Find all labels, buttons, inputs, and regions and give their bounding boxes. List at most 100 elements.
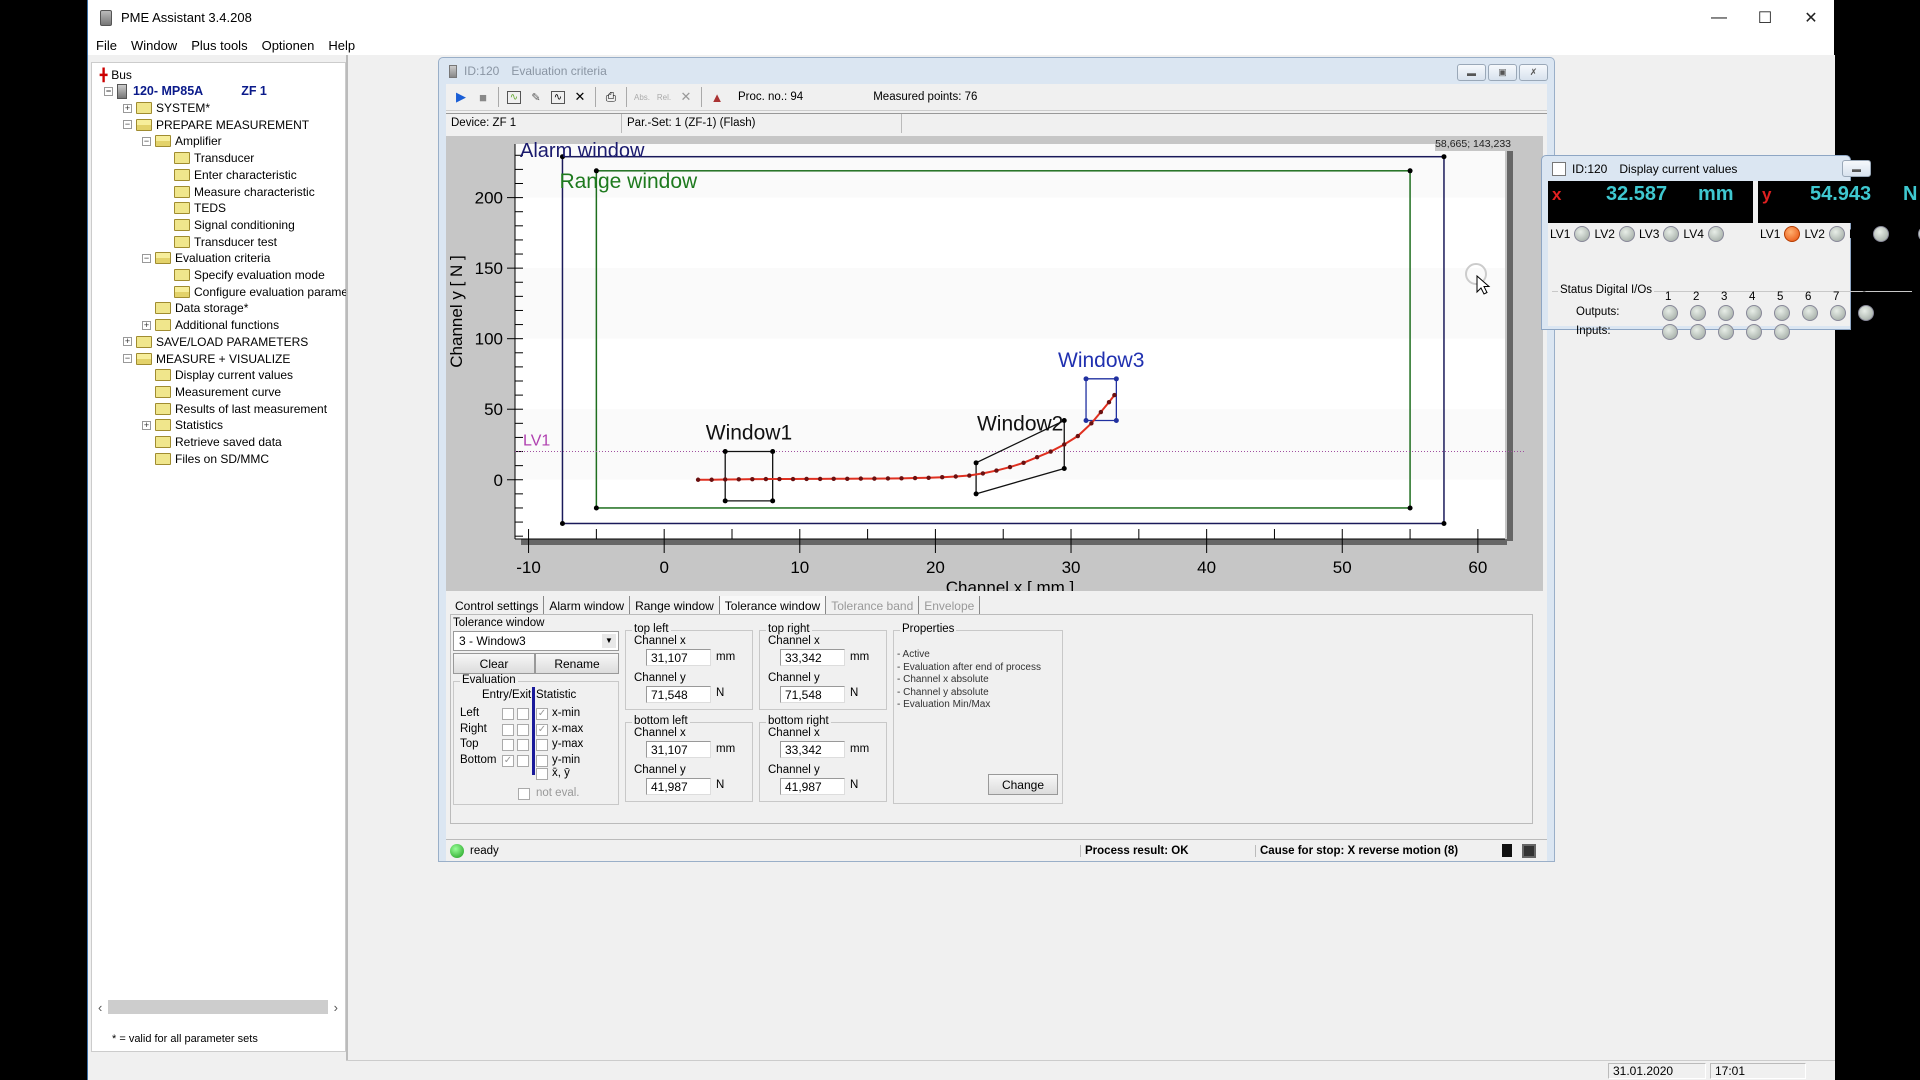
tolerance-window-handle[interactable] — [1083, 376, 1089, 382]
tree-node[interactable]: − Evaluation criteria — [142, 250, 270, 266]
tolerance-window-handle[interactable] — [973, 491, 979, 497]
expand-icon[interactable]: + — [123, 337, 132, 347]
tolerance-window-handle[interactable] — [973, 460, 979, 466]
tolerance-window-handle[interactable] — [1083, 418, 1089, 424]
tree-node[interactable]: Configure evaluation parame — [161, 284, 348, 300]
delete-button[interactable]: ✕ — [675, 86, 697, 108]
statistic-checkbox[interactable] — [536, 739, 548, 751]
channel-x-input[interactable]: 33,342 — [780, 741, 845, 758]
alarm-window-handle[interactable] — [1441, 154, 1447, 160]
close-button[interactable]: ✕ — [1788, 0, 1834, 35]
menu-plus-tools[interactable]: Plus tools — [184, 38, 254, 53]
tree-horizontal-scrollbar[interactable]: ‹ › — [98, 998, 338, 1016]
channel-x-input[interactable]: 31,107 — [646, 649, 711, 666]
tree-node[interactable]: + SAVE/LOAD PARAMETERS — [123, 334, 308, 350]
tab-alarm-window[interactable]: Alarm window — [544, 596, 631, 616]
alarm-window-handle[interactable] — [1441, 520, 1447, 526]
tree-node[interactable]: Data storage* — [142, 300, 248, 316]
graph-settings-button[interactable]: ▲ — [706, 86, 728, 108]
mean-checkbox[interactable] — [536, 768, 548, 780]
clear-button[interactable]: Clear — [453, 653, 535, 674]
tree-node[interactable]: Results of last measurement — [142, 401, 327, 417]
tree-node[interactable]: Files on SD/MMC — [142, 451, 269, 467]
tolerance-window-handle[interactable] — [722, 449, 728, 455]
exit-checkbox[interactable] — [517, 739, 529, 751]
curve-button[interactable]: ∿ — [547, 86, 569, 108]
entry-checkbox[interactable] — [502, 723, 514, 736]
maximize-button[interactable]: ☐ — [1742, 0, 1788, 35]
tab-range-window[interactable]: Range window — [630, 596, 720, 616]
tree-node[interactable]: − Amplifier — [142, 133, 222, 149]
minimize-button[interactable]: — — [1696, 0, 1742, 35]
tree-node[interactable]: − MEASURE + VISUALIZE — [123, 351, 290, 367]
expand-icon[interactable]: + — [123, 103, 132, 113]
entry-checkbox[interactable] — [502, 739, 514, 751]
collapse-icon[interactable]: − — [123, 120, 132, 130]
dropdown-arrow-icon[interactable]: ▼ — [602, 634, 616, 648]
entry-checkbox[interactable]: ✓ — [502, 754, 514, 767]
eval-close-button[interactable]: ✗ — [1519, 64, 1548, 81]
tolerance-window-handle[interactable] — [722, 498, 728, 504]
tree-node-device[interactable]: − 120- MP85A ZF 1 — [104, 83, 267, 99]
range-window-handle[interactable] — [593, 505, 599, 511]
collapse-icon[interactable]: − — [142, 253, 151, 263]
eval-minimize-button[interactable]: ▬ — [1457, 64, 1486, 81]
tree-node[interactable]: TEDS — [161, 200, 226, 216]
not-eval-checkbox[interactable] — [518, 788, 530, 800]
tolerance-window-handle[interactable] — [1061, 465, 1067, 471]
tree-node[interactable]: Display current values — [142, 367, 293, 383]
tab-control-settings[interactable]: Control settings — [450, 596, 545, 616]
channel-y-input[interactable]: 71,548 — [646, 686, 711, 703]
statistic-checkbox[interactable] — [536, 754, 548, 767]
chart-area[interactable]: 0 50 100 150 200 -10 0 10 20 30 40 50 60 Channel x [ … — [446, 136, 1543, 591]
tree-node[interactable]: Signal conditioning — [161, 217, 295, 233]
menu-file[interactable]: File — [88, 38, 124, 53]
chart-edit-button[interactable]: ✎ — [525, 86, 547, 108]
tolerance-window-handle[interactable] — [1113, 376, 1119, 382]
tree-node[interactable]: Specify evaluation mode — [161, 267, 325, 283]
expand-icon[interactable]: + — [142, 420, 151, 430]
tolerance-window-handle[interactable] — [770, 449, 776, 455]
collapse-icon[interactable]: − — [104, 86, 113, 96]
tolerance-window-handle[interactable] — [770, 498, 776, 504]
tree-node-bus[interactable]: ╋ Bus — [100, 67, 132, 83]
channel-x-input[interactable]: 33,342 — [780, 649, 845, 666]
rel-button[interactable]: Rel. — [653, 86, 675, 108]
tree-node[interactable]: + SYSTEM* — [123, 100, 210, 116]
tree-node[interactable]: Transducer — [161, 150, 254, 166]
tree-node[interactable]: + Additional functions — [142, 317, 279, 333]
tree-node[interactable]: Measurement curve — [142, 384, 281, 400]
eval-window-titlebar[interactable]: ID:120 Evaluation criteria — [439, 58, 1554, 84]
statistic-checkbox[interactable]: ✓ — [536, 723, 548, 736]
tolerance-window-select[interactable]: 3 - Window3 ▼ — [453, 631, 619, 651]
scroll-left-icon[interactable]: ‹ — [98, 1000, 102, 1015]
expand-icon[interactable]: + — [142, 320, 151, 330]
zoom-button[interactable]: ✕ — [569, 86, 591, 108]
menu-help[interactable]: Help — [321, 38, 362, 53]
scroll-right-icon[interactable]: › — [334, 1000, 338, 1015]
evaluation-chart[interactable]: 0 50 100 150 200 -10 0 10 20 30 40 50 60 Channel x [ … — [446, 136, 1543, 591]
print-button[interactable]: ⎙ — [600, 86, 622, 108]
channel-y-input[interactable]: 41,987 — [646, 778, 711, 795]
eval-restore-button[interactable]: ▣ — [1488, 64, 1517, 81]
range-window-handle[interactable] — [1407, 168, 1413, 174]
collapse-icon[interactable]: − — [142, 136, 151, 146]
menu-window[interactable]: Window — [124, 38, 184, 53]
channel-y-input[interactable]: 71,548 — [780, 686, 845, 703]
save-icon[interactable] — [1522, 843, 1536, 858]
menu-optionen[interactable]: Optionen — [255, 38, 322, 53]
exit-checkbox[interactable] — [517, 723, 529, 736]
tree-node[interactable]: Transducer test — [161, 234, 277, 250]
tree-node[interactable]: + Statistics — [142, 417, 223, 433]
curve-view-button[interactable]: ∿ — [503, 86, 525, 108]
change-button[interactable]: Change — [988, 774, 1058, 795]
range-window-handle[interactable] — [1407, 505, 1413, 511]
scrollbar-thumb[interactable] — [108, 1000, 328, 1014]
start-button[interactable]: ▶ — [450, 86, 472, 108]
abs-button[interactable]: Abs. — [631, 86, 653, 108]
record-icon[interactable] — [1502, 844, 1512, 857]
rename-button[interactable]: Rename — [535, 653, 619, 674]
tree-node[interactable]: − PREPARE MEASUREMENT — [123, 117, 309, 133]
collapse-icon[interactable]: − — [123, 354, 132, 363]
stop-button[interactable]: ■ — [472, 86, 494, 108]
